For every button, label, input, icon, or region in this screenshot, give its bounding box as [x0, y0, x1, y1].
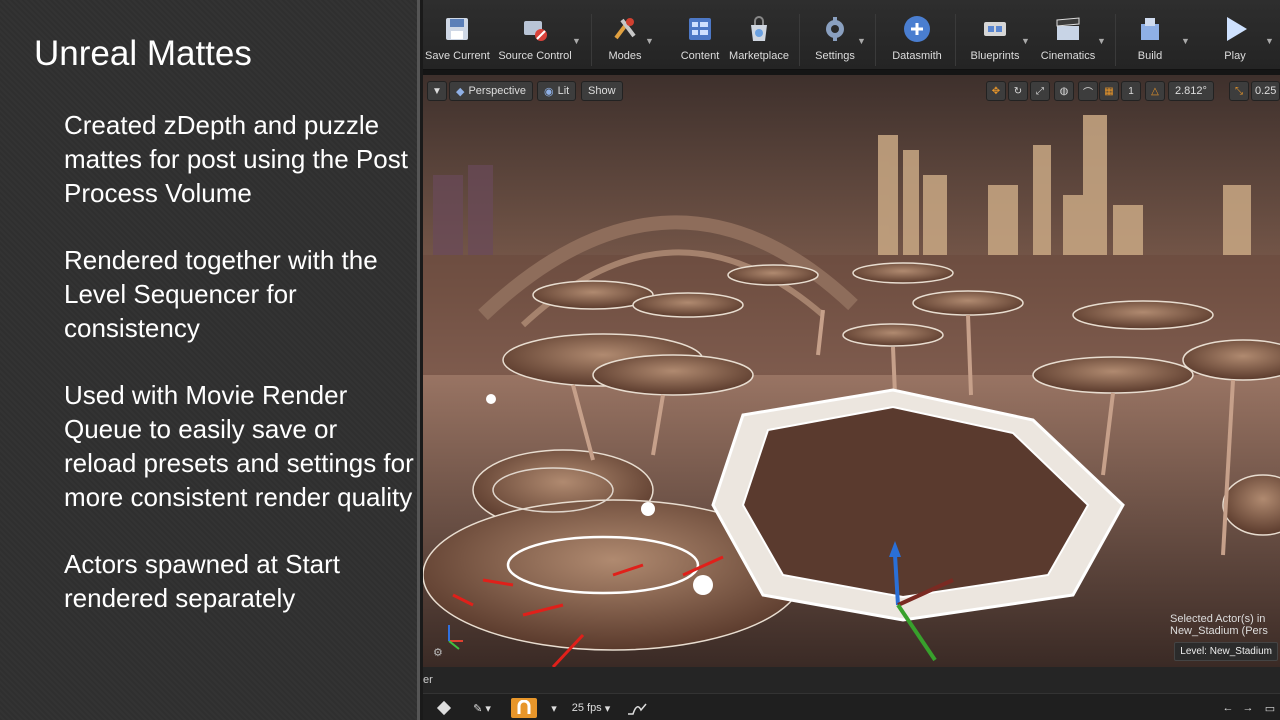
tab-label[interactable]: er	[423, 674, 433, 686]
main-toolbar: Save Current Source Control ▼ Modes ▼ Co…	[423, 0, 1280, 70]
key-icon[interactable]	[433, 698, 455, 718]
chevron-down-icon[interactable]: ▼	[645, 36, 654, 46]
play-button[interactable]: Play	[1213, 14, 1257, 68]
snap-magnet-icon[interactable]	[511, 698, 537, 718]
level-badge: Level: New_Stadium	[1174, 642, 1278, 661]
save-icon	[442, 14, 472, 44]
bullet-item: Used with Movie Render Queue to easily s…	[64, 380, 414, 512]
save-current-button[interactable]: Save Current	[425, 14, 490, 68]
settings-button[interactable]: Settings	[811, 14, 859, 68]
toolbar-divider	[955, 14, 956, 66]
slide-panel: Unreal Mattes Created zDepth and puzzle …	[0, 0, 420, 720]
chevron-down-icon[interactable]: ▼	[1181, 36, 1190, 46]
source-control-button[interactable]: Source Control	[497, 14, 573, 68]
viewport-menu-button[interactable]: ▼	[427, 81, 447, 101]
cinematics-icon	[1053, 14, 1083, 44]
play-icon	[1220, 14, 1250, 44]
rotation-snap-value[interactable]: 2.812°	[1168, 81, 1214, 101]
source-control-icon	[520, 14, 550, 44]
settings-icon[interactable]: ⚙	[433, 646, 443, 659]
surface-snap-icon[interactable]: ⌒	[1078, 81, 1098, 101]
bullet-list: Created zDepth and puzzle mattes for pos…	[64, 108, 414, 648]
curve-editor-icon[interactable]	[625, 698, 649, 718]
cinematics-button[interactable]: Cinematics	[1039, 14, 1097, 68]
sequencer-tab-strip: er	[423, 667, 1280, 693]
rotate-icon[interactable]: ↻	[1008, 81, 1028, 101]
lit-button[interactable]: ◉ Lit	[537, 81, 577, 101]
chevron-down-icon[interactable]: ▼	[1265, 36, 1274, 46]
blueprints-button[interactable]: Blueprints	[967, 14, 1023, 68]
pencil-icon[interactable]: ✎ ▾	[469, 698, 495, 718]
modes-icon	[610, 14, 640, 44]
chevron-down-icon[interactable]: ▼	[857, 36, 866, 46]
world-local-icon[interactable]: ◍	[1054, 81, 1074, 101]
blueprints-icon	[980, 14, 1010, 44]
fps-selector[interactable]: 25 fps ▾	[569, 698, 613, 718]
toolbar-divider	[875, 14, 876, 66]
sequencer-toolbar: ✎ ▾ ▾ 25 fps ▾ ← → ▭	[423, 693, 1280, 720]
datasmith-button[interactable]: Datasmith	[889, 14, 945, 68]
unreal-editor: Save Current Source Control ▼ Modes ▼ Co…	[423, 0, 1280, 720]
datasmith-icon	[902, 14, 932, 44]
marketplace-icon	[744, 14, 774, 44]
chevron-down-icon[interactable]: ▼	[1021, 36, 1030, 46]
toolbar-divider	[1115, 14, 1116, 66]
rotation-snap-icon[interactable]: △	[1145, 81, 1165, 101]
toolbar-divider	[799, 14, 800, 66]
lit-icon: ◉	[544, 85, 554, 98]
bullet-item: Rendered together with the Level Sequenc…	[64, 245, 378, 343]
back-arrow-icon[interactable]: ←	[1219, 698, 1237, 718]
scale-snap-value[interactable]: 0.25	[1251, 81, 1280, 101]
content-button[interactable]: Content	[677, 14, 723, 68]
modes-button[interactable]: Modes	[603, 14, 647, 68]
settings-icon	[820, 14, 850, 44]
grid-snap-icon[interactable]: ▦	[1099, 81, 1119, 101]
slide-title: Unreal Mattes	[34, 34, 252, 73]
scene-render	[423, 75, 1280, 667]
chevron-down-icon[interactable]: ▼	[572, 36, 581, 46]
build-icon	[1135, 14, 1165, 44]
translate-icon[interactable]: ✥	[986, 81, 1006, 101]
perspective-icon: ◆	[456, 85, 465, 98]
scale-icon[interactable]: ⤢	[1030, 81, 1050, 101]
chevron-down-icon[interactable]: ▾	[547, 698, 561, 718]
scale-snap-icon[interactable]: ⤡	[1229, 81, 1249, 101]
toolbar-divider	[591, 14, 592, 66]
chevron-down-icon[interactable]: ▼	[1097, 36, 1106, 46]
show-button[interactable]: Show	[581, 81, 623, 101]
level-viewport[interactable]: ▼ ◆ Perspective ◉ Lit Show ✥ ↻ ⤢ ◍ ⌒ ▦ 1…	[423, 75, 1280, 667]
bullet-item: Created zDepth and puzzle mattes for pos…	[64, 110, 408, 208]
bullet-item: Actors spawned at Start rendered separat…	[64, 549, 341, 613]
content-icon	[685, 14, 715, 44]
forward-arrow-icon[interactable]: →	[1239, 698, 1257, 718]
grid-size-value[interactable]: 1	[1121, 81, 1141, 101]
selection-info: Selected Actor(s) in New_Stadium (Pers	[1170, 613, 1268, 637]
build-button[interactable]: Build	[1127, 14, 1173, 68]
folder-icon[interactable]: ▭	[1261, 698, 1279, 718]
perspective-button[interactable]: ◆ Perspective	[449, 81, 533, 101]
marketplace-button[interactable]: Marketplace	[729, 14, 789, 68]
